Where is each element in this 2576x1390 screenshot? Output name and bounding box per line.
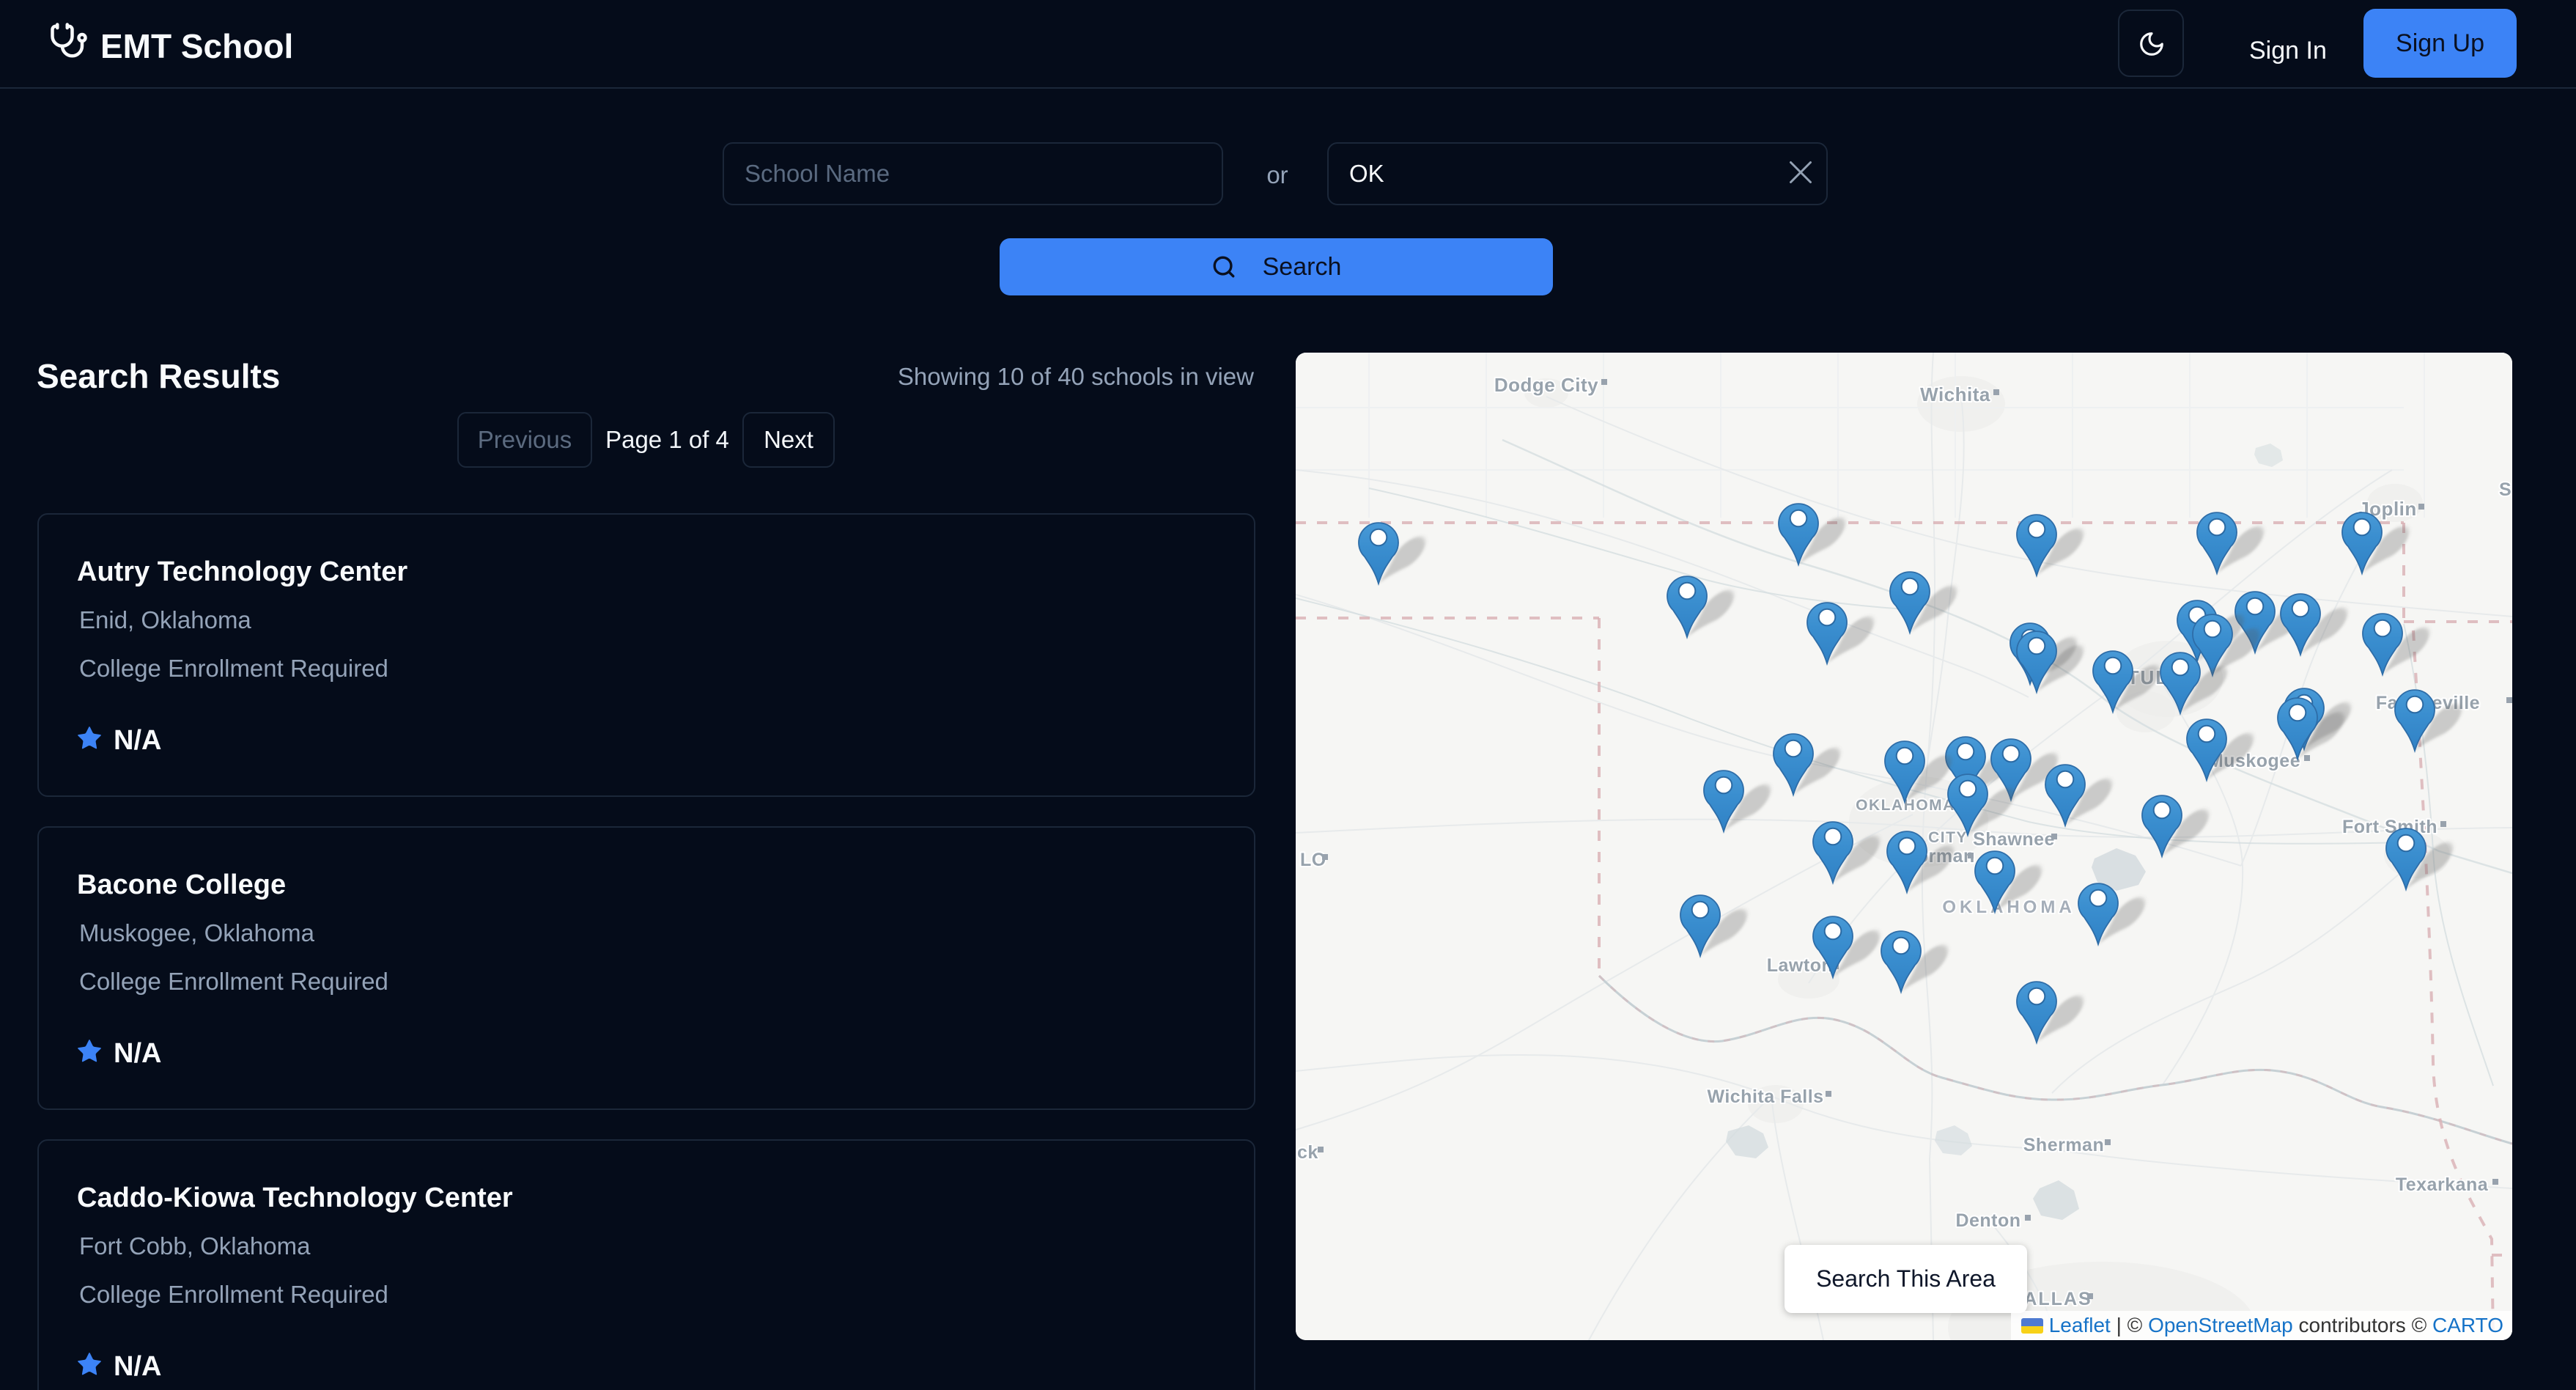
svg-text:Dodge City: Dodge City xyxy=(1494,374,1598,396)
svg-text:Shawnee: Shawnee xyxy=(1973,829,2055,850)
svg-text:Sherman: Sherman xyxy=(2023,1135,2104,1155)
svg-text:Lawton: Lawton xyxy=(1767,955,1834,976)
svg-text:Wichita: Wichita xyxy=(1920,383,1990,405)
svg-text:S: S xyxy=(2499,479,2512,500)
svg-text:Fort Smith: Fort Smith xyxy=(2342,817,2437,837)
svg-text:CITY: CITY xyxy=(1928,829,1968,846)
svg-text:Denton: Denton xyxy=(1955,1210,2020,1231)
svg-text:Wichita Falls: Wichita Falls xyxy=(1707,1086,1823,1107)
svg-text:ck: ck xyxy=(1297,1142,1318,1163)
svg-text:Texarkana: Texarkana xyxy=(2396,1174,2489,1195)
